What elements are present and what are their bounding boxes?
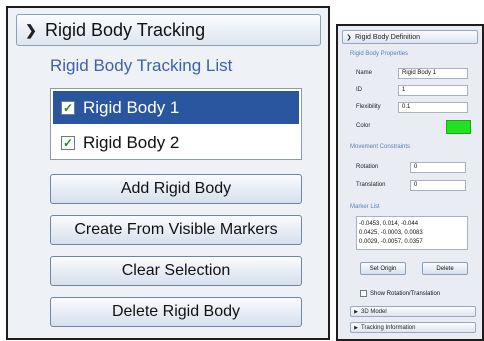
name-field[interactable]: Rigid Body 1 bbox=[398, 68, 468, 79]
show-rotation-translation-label: Show Rotation/Translation bbox=[370, 290, 441, 297]
chevron-down-icon: ❯ bbox=[346, 34, 352, 41]
list-item: 0.0029, -0.0057, 0.0357 bbox=[359, 239, 423, 245]
show-rotation-translation-toggle[interactable]: Show Rotation/Translation bbox=[360, 290, 440, 297]
delete-marker-button[interactable]: Delete bbox=[422, 262, 468, 275]
id-label: ID bbox=[356, 87, 362, 93]
id-field[interactable]: 1 bbox=[398, 85, 468, 96]
checkbox[interactable]: ✓ bbox=[61, 100, 75, 115]
add-rigid-body-button[interactable]: Add Rigid Body bbox=[50, 174, 302, 204]
list-item: 0.0425, -0.0003, 0.0083 bbox=[359, 230, 423, 236]
clear-selection-button[interactable]: Clear Selection bbox=[50, 256, 302, 286]
rigid-body-definition-header[interactable]: ❯ Rigid Body Definition bbox=[342, 30, 478, 44]
section-label: Tracking Information bbox=[361, 324, 416, 331]
list-item-label: Rigid Body 1 bbox=[83, 97, 180, 117]
flexibility-label: Flexibility bbox=[356, 104, 381, 110]
marker-list[interactable]: -0.0453, 0.014, -0.044 0.0425, -0.0003, … bbox=[356, 216, 468, 250]
panel-title: Rigid Body Definition bbox=[355, 33, 420, 41]
set-origin-button[interactable]: Set Origin bbox=[360, 262, 406, 275]
translation-label: Translation bbox=[356, 182, 386, 188]
delete-rigid-body-button[interactable]: Delete Rigid Body bbox=[50, 297, 302, 327]
properties-section-title: Rigid Body Properties bbox=[350, 51, 409, 57]
tracking-information-section[interactable]: ▶ Tracking Information bbox=[350, 322, 476, 333]
rigid-body-list: ✓ Rigid Body 1 ✓ Rigid Body 2 bbox=[50, 88, 302, 160]
tracking-list-title: Rigid Body Tracking List bbox=[50, 56, 233, 75]
name-label: Name bbox=[356, 70, 373, 76]
list-item-rigid-body-1[interactable]: ✓ Rigid Body 1 bbox=[53, 91, 299, 124]
color-swatch[interactable] bbox=[446, 120, 471, 134]
rigid-body-definition-panel: ❯ Rigid Body Definition Rigid Body Prope… bbox=[336, 24, 484, 341]
flexibility-field[interactable]: 0.1 bbox=[398, 102, 468, 113]
chevron-right-icon: ▶ bbox=[354, 324, 358, 331]
translation-field[interactable]: 0 bbox=[410, 180, 466, 191]
chevron-down-icon: ❯ bbox=[25, 21, 37, 38]
movement-constraints-title: Movement Constraints bbox=[350, 144, 411, 150]
list-item-label: Rigid Body 2 bbox=[83, 132, 180, 152]
checkbox[interactable]: ✓ bbox=[61, 135, 75, 150]
rotation-field[interactable]: 0 bbox=[410, 162, 466, 173]
checkbox[interactable] bbox=[360, 290, 367, 297]
create-from-visible-markers-button[interactable]: Create From Visible Markers bbox=[50, 215, 302, 245]
panel-title: Rigid Body Tracking bbox=[45, 19, 206, 40]
chevron-right-icon: ▶ bbox=[354, 308, 358, 315]
list-item: -0.0453, 0.014, -0.044 bbox=[359, 221, 419, 227]
rotation-label: Rotation bbox=[356, 164, 379, 170]
list-item-rigid-body-2[interactable]: ✓ Rigid Body 2 bbox=[53, 126, 299, 159]
marker-list-title: Marker List bbox=[350, 204, 380, 210]
rigid-body-tracking-panel: ❯ Rigid Body Tracking Rigid Body Trackin… bbox=[6, 6, 330, 340]
3d-model-section[interactable]: ▶ 3D Model bbox=[350, 306, 476, 317]
rigid-body-tracking-header[interactable]: ❯ Rigid Body Tracking bbox=[16, 14, 321, 46]
section-label: 3D Model bbox=[361, 308, 387, 315]
color-label: Color bbox=[356, 123, 371, 129]
